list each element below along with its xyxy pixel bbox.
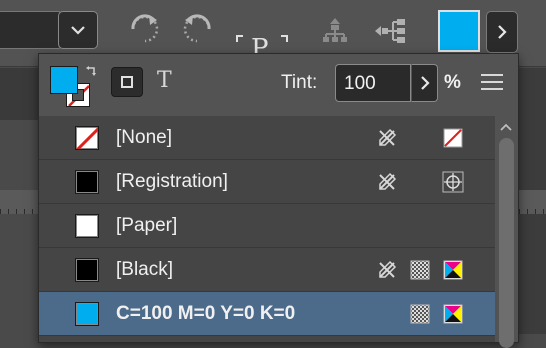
rotate-counterclockwise-icon[interactable] <box>178 10 216 50</box>
cmyk-icon <box>442 259 464 281</box>
chevron-down-icon <box>71 26 85 35</box>
tint-input[interactable]: 100 <box>335 64 411 102</box>
zoom-field[interactable] <box>0 11 62 49</box>
tint-slider-button[interactable] <box>411 64 438 102</box>
swatch-chip <box>75 302 99 326</box>
panel-header: T Tint: 100 % <box>39 54 518 116</box>
swatch-arrow-button[interactable] <box>486 11 518 53</box>
swatch-row-paper[interactable]: [Paper] <box>39 204 495 248</box>
swatch-row-none[interactable]: [None] <box>39 116 495 160</box>
swatch-name: [Registration] <box>116 171 228 192</box>
swatch-name: [None] <box>116 127 172 148</box>
swatch-list-scrollbar[interactable] <box>495 116 518 348</box>
none-slash-icon <box>76 127 98 149</box>
pencil-crossed-icon <box>376 171 398 193</box>
process-color-icon <box>409 259 431 281</box>
ruler <box>0 190 40 214</box>
swatch-name: [Black] <box>116 259 174 280</box>
swatch-name: C=100 M=0 Y=0 K=0 <box>116 303 296 324</box>
ruler-right <box>519 190 546 214</box>
tint-label: Tint: <box>281 72 318 93</box>
process-color-icon <box>409 303 431 325</box>
text-formatting-button[interactable]: T <box>157 68 172 93</box>
chevron-up-icon[interactable] <box>499 122 513 132</box>
zoom-dropdown-button[interactable] <box>58 11 98 49</box>
pencil-crossed-icon <box>376 259 398 281</box>
square-icon <box>121 76 133 88</box>
document-background <box>0 68 40 120</box>
cmyk-icon <box>442 303 464 325</box>
swatch-name: [Paper] <box>116 215 178 236</box>
rotate-clockwise-icon[interactable] <box>126 10 164 50</box>
fill-swatch[interactable] <box>50 66 78 94</box>
swatch-chip <box>75 214 99 238</box>
hierarchy-icon[interactable] <box>320 14 350 48</box>
container-formatting-button[interactable] <box>111 67 143 97</box>
chevron-right-icon <box>498 25 507 39</box>
swatch-chip <box>75 258 99 282</box>
panel-menu-icon[interactable] <box>481 74 503 95</box>
fill-stroke-selector[interactable] <box>50 66 98 112</box>
none-swatch-icon <box>442 127 464 149</box>
hierarchy-left-icon[interactable] <box>372 14 412 48</box>
chevron-right-icon <box>420 76 430 90</box>
swatch-chip <box>75 126 99 150</box>
scroll-thumb[interactable] <box>499 138 514 348</box>
registration-icon <box>442 171 464 193</box>
swatch-row-cyan[interactable]: C=100 M=0 Y=0 K=0 <box>39 292 495 336</box>
swatch-row-registration[interactable]: [Registration] <box>39 160 495 204</box>
swatch-chip <box>75 170 99 194</box>
color-swatch-button[interactable] <box>438 10 480 52</box>
percent-label: % <box>444 72 461 93</box>
swatch-row-black[interactable]: [Black] <box>39 248 495 292</box>
pencil-crossed-icon <box>376 127 398 149</box>
swatches-panel: T Tint: 100 % [None] [Registration] [Pap… <box>38 53 519 348</box>
swatch-list: [None] [Registration] [Paper] [Black] C=… <box>39 116 495 342</box>
swap-fill-stroke-icon[interactable] <box>86 66 98 78</box>
